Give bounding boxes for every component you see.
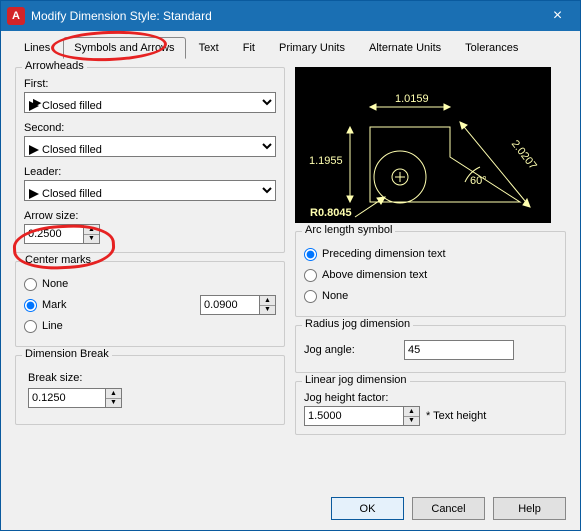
tab-tolerances[interactable]: Tolerances <box>454 37 529 59</box>
centermark-line-label: Line <box>42 320 63 332</box>
centermark-size-spinner[interactable]: ▲▼ <box>200 295 276 315</box>
window-title: Modify Dimension Style: Standard <box>31 9 535 23</box>
first-label: First: <box>24 78 276 90</box>
preview-radius: R0.8045 <box>310 207 352 219</box>
radjog-title: Radius jog dimension <box>302 318 413 330</box>
app-icon: A <box>7 7 25 25</box>
help-button[interactable]: Help <box>493 497 566 520</box>
tab-fit[interactable]: Fit <box>232 37 266 59</box>
jog-height-spinner[interactable]: ▲▼ <box>304 406 420 426</box>
spin-up-icon[interactable]: ▲ <box>106 389 121 399</box>
arclen-title: Arc length symbol <box>302 224 395 236</box>
arclen-above-label: Above dimension text <box>322 269 427 281</box>
spin-up-icon[interactable]: ▲ <box>84 225 99 235</box>
content-area: Arrowheads First: ▶ Closed filled Second… <box>1 59 580 451</box>
spin-down-icon[interactable]: ▼ <box>106 399 121 408</box>
arrowheads-title: Arrowheads <box>22 60 87 72</box>
dialog-window: A Modify Dimension Style: Standard × Lin… <box>0 0 581 531</box>
centermark-none-radio[interactable] <box>24 278 37 291</box>
centermark-line-radio[interactable] <box>24 320 37 333</box>
preview-dim2: 1.1955 <box>309 155 343 167</box>
jog-height-label: Jog height factor: <box>304 392 557 404</box>
preview-dim1: 1.0159 <box>395 93 429 105</box>
tab-text[interactable]: Text <box>188 37 230 59</box>
tab-bar: Lines Symbols and Arrows Text Fit Primar… <box>1 31 580 59</box>
radjog-group: Radius jog dimension Jog angle: <box>295 325 566 373</box>
centermark-none-label: None <box>42 278 68 290</box>
dimbreak-title: Dimension Break <box>22 348 112 360</box>
linjog-group: Linear jog dimension Jog height factor: … <box>295 381 566 435</box>
arclen-none-radio[interactable] <box>304 290 317 303</box>
tab-alternate-units[interactable]: Alternate Units <box>358 37 452 59</box>
tab-symbols-arrows[interactable]: Symbols and Arrows <box>63 37 185 59</box>
arrowheads-group: Arrowheads First: ▶ Closed filled Second… <box>15 67 285 253</box>
break-size-label: Break size: <box>28 372 276 384</box>
centermark-mark-radio[interactable] <box>24 299 37 312</box>
arclen-preceding-label: Preceding dimension text <box>322 248 446 260</box>
jog-height-suffix: * Text height <box>426 410 486 422</box>
break-size-spinner[interactable]: ▲▼ <box>28 388 276 408</box>
close-button[interactable]: × <box>535 1 580 31</box>
ok-button[interactable]: OK <box>331 497 404 520</box>
titlebar: A Modify Dimension Style: Standard × <box>1 1 580 31</box>
arrow-size-spinner[interactable]: ▲▼ <box>24 224 276 244</box>
spin-down-icon[interactable]: ▼ <box>260 306 275 315</box>
centermarks-title: Center marks <box>22 254 94 266</box>
leader-label: Leader: <box>24 166 276 178</box>
preview-angle: 60° <box>470 175 487 187</box>
tab-primary-units[interactable]: Primary Units <box>268 37 356 59</box>
break-size-input[interactable] <box>28 388 106 408</box>
jog-angle-label: Jog angle: <box>304 344 394 356</box>
centermark-mark-label: Mark <box>42 299 66 311</box>
arclen-group: Arc length symbol Preceding dimension te… <box>295 231 566 317</box>
second-arrowhead-combo[interactable] <box>24 136 276 157</box>
spin-down-icon[interactable]: ▼ <box>84 235 99 244</box>
preview-area: 1.0159 1.1955 2.0207 60° R0.8045 <box>295 67 551 223</box>
centermark-size-input[interactable] <box>200 295 260 315</box>
button-bar: OK Cancel Help <box>331 497 566 520</box>
spin-up-icon[interactable]: ▲ <box>260 296 275 306</box>
first-arrowhead-combo[interactable]: ▶ <box>24 92 276 113</box>
linjog-title: Linear jog dimension <box>302 374 410 386</box>
arclen-none-label: None <box>322 290 348 302</box>
leader-arrowhead-combo[interactable] <box>24 180 276 201</box>
tab-lines[interactable]: Lines <box>13 37 61 59</box>
jog-height-input[interactable] <box>304 406 404 426</box>
centermarks-group: Center marks None Mark Line ▲▼ <box>15 261 285 347</box>
spin-down-icon[interactable]: ▼ <box>404 417 419 426</box>
cancel-button[interactable]: Cancel <box>412 497 485 520</box>
arclen-preceding-radio[interactable] <box>304 248 317 261</box>
arclen-above-radio[interactable] <box>304 269 317 282</box>
spin-up-icon[interactable]: ▲ <box>404 407 419 417</box>
dimbreak-group: Dimension Break Break size: ▲▼ <box>15 355 285 425</box>
jog-angle-input[interactable] <box>404 340 514 360</box>
second-label: Second: <box>24 122 276 134</box>
arrow-size-input[interactable] <box>24 224 84 244</box>
arrow-size-label: Arrow size: <box>24 210 276 222</box>
